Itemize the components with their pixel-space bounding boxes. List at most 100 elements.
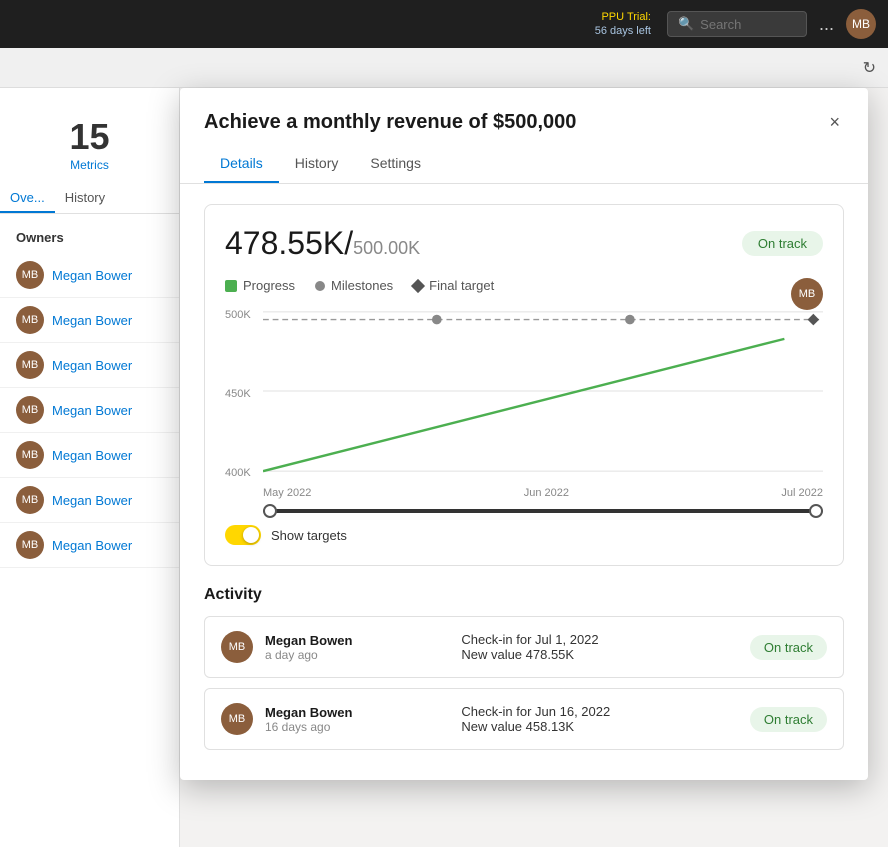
activity-user-name: Megan Bowen [265, 633, 449, 648]
owner-avatar: MB [16, 396, 44, 424]
owner-row: MB Megan Bower [0, 433, 179, 478]
legend-final-target-label: Final target [429, 278, 494, 293]
range-thumb-left[interactable] [263, 504, 277, 518]
owner-row: MB Megan Bower [0, 298, 179, 343]
target-value: 500.00K [353, 238, 420, 258]
legend-progress-label: Progress [243, 278, 295, 293]
activity-title: Activity [204, 586, 844, 604]
legend-gray-icon [315, 281, 325, 291]
topbar: PPU Trial: 56 days left 🔍 ... MB [0, 0, 888, 48]
owner-initials: MB [22, 539, 39, 551]
dialog-tabs: Details History Settings [180, 145, 868, 184]
dialog-header: Achieve a monthly revenue of $500,000 × [180, 88, 868, 137]
activity-time: 16 days ago [265, 720, 449, 734]
dialog-tab-details[interactable]: Details [204, 145, 279, 183]
sidebar-tab-history[interactable]: History [55, 184, 115, 213]
legend-final-target: Final target [413, 278, 494, 293]
chart-svg [263, 309, 823, 474]
y-label-400k: 400K [225, 467, 261, 479]
owner-row: MB Megan Bower [0, 253, 179, 298]
owner-name[interactable]: Megan Bower [52, 358, 132, 373]
owner-name[interactable]: Megan Bower [52, 448, 132, 463]
value-row: 478.55K/500.00K On track [225, 225, 823, 262]
value-separator: / [344, 225, 353, 261]
owner-row: MB Megan Bower [0, 388, 179, 433]
owner-row: MB Megan Bower [0, 478, 179, 523]
legend-progress: Progress [225, 278, 295, 293]
current-value: 478.55K [225, 225, 344, 261]
dialog-title: Achieve a monthly revenue of $500,000 [204, 111, 576, 134]
chart-area: 500K 450K 400K [225, 309, 823, 499]
owner-name[interactable]: Megan Bower [52, 313, 132, 328]
activity-status-badge: On track [750, 707, 827, 732]
activity-item: MB Megan Bowen a day ago Check-in for Ju… [204, 616, 844, 678]
show-targets-label: Show targets [271, 528, 347, 543]
show-targets-row: Show targets [225, 525, 823, 545]
sidebar: 15 Metrics Ove... History Owners MB Mega… [0, 88, 180, 847]
owner-avatar: MB [16, 486, 44, 514]
activity-new-value: New value 478.55K [461, 647, 738, 662]
owner-name[interactable]: Megan Bower [52, 268, 132, 283]
owner-row: MB Megan Bower [0, 523, 179, 568]
x-label-jun: Jun 2022 [524, 487, 569, 499]
owners-header: Owners [0, 222, 179, 253]
status-badge-chart: On track [742, 231, 823, 256]
owner-initials: MB [22, 269, 39, 281]
owner-avatar: MB [16, 441, 44, 469]
metrics-count-section: 15 Metrics [0, 104, 179, 184]
activity-section: Activity MB Megan Bowen a day ago Check-… [204, 586, 844, 750]
owner-name[interactable]: Megan Bower [52, 538, 132, 553]
owner-name[interactable]: Megan Bower [52, 403, 132, 418]
chart-avatar: MB [791, 278, 823, 310]
sidebar-tab-overview[interactable]: Ove... [0, 184, 55, 213]
activity-time: a day ago [265, 648, 449, 662]
owner-initials: MB [22, 314, 39, 326]
owner-initials: MB [22, 359, 39, 371]
more-options-button[interactable]: ... [815, 10, 838, 39]
owner-initials: MB [22, 449, 39, 461]
owner-avatar: MB [16, 531, 44, 559]
metric-detail-dialog: Achieve a monthly revenue of $500,000 × … [180, 88, 868, 780]
metrics-number: 15 [0, 116, 179, 158]
legend-milestones-label: Milestones [331, 278, 393, 293]
main-area: 15 Metrics Ove... History Owners MB Mega… [0, 88, 888, 847]
user-avatar-top[interactable]: MB [846, 9, 876, 39]
y-label-450k: 450K [225, 388, 261, 400]
activity-info: Megan Bowen 16 days ago [265, 705, 449, 734]
refresh-button[interactable]: ↻ [863, 58, 876, 78]
activity-avatar-initials: MB [229, 713, 246, 725]
close-dialog-button[interactable]: × [825, 108, 844, 137]
chart-avatar-initials: MB [799, 288, 816, 300]
owner-avatar: MB [16, 351, 44, 379]
range-track[interactable] [263, 509, 823, 513]
activity-avatar: MB [221, 631, 253, 663]
dialog-tab-history[interactable]: History [279, 145, 355, 183]
show-targets-toggle[interactable] [225, 525, 261, 545]
activity-checkin: Check-in for Jun 16, 2022 [461, 704, 738, 719]
chart-card: 478.55K/500.00K On track MB Progress [204, 204, 844, 566]
search-icon: 🔍 [678, 16, 694, 32]
owner-avatar: MB [16, 306, 44, 334]
activity-avatar-initials: MB [229, 641, 246, 653]
chart-wrapper: MB Progress Milestones [225, 278, 823, 545]
activity-description: Check-in for Jul 1, 2022 New value 478.5… [461, 632, 738, 662]
sidebar-tabs: Ove... History [0, 184, 179, 214]
owner-row: MB Megan Bower [0, 343, 179, 388]
activity-status-badge: On track [750, 635, 827, 660]
days-left-label: 56 days left [595, 25, 651, 37]
x-label-jul: Jul 2022 [781, 487, 823, 499]
secondbar: ↻ [0, 48, 888, 88]
dialog-tab-settings[interactable]: Settings [354, 145, 437, 183]
legend-diamond-icon [411, 278, 425, 292]
activity-avatar: MB [221, 703, 253, 735]
range-thumb-right[interactable] [809, 504, 823, 518]
ppu-trial-info: PPU Trial: 56 days left [595, 10, 651, 39]
search-input[interactable] [700, 17, 796, 32]
owner-name[interactable]: Megan Bower [52, 493, 132, 508]
legend-milestones: Milestones [315, 278, 393, 293]
owner-initials: MB [22, 494, 39, 506]
range-slider-row [263, 509, 823, 513]
dialog-body: 478.55K/500.00K On track MB Progress [180, 184, 868, 780]
search-box[interactable]: 🔍 [667, 11, 807, 37]
activity-user-name: Megan Bowen [265, 705, 449, 720]
